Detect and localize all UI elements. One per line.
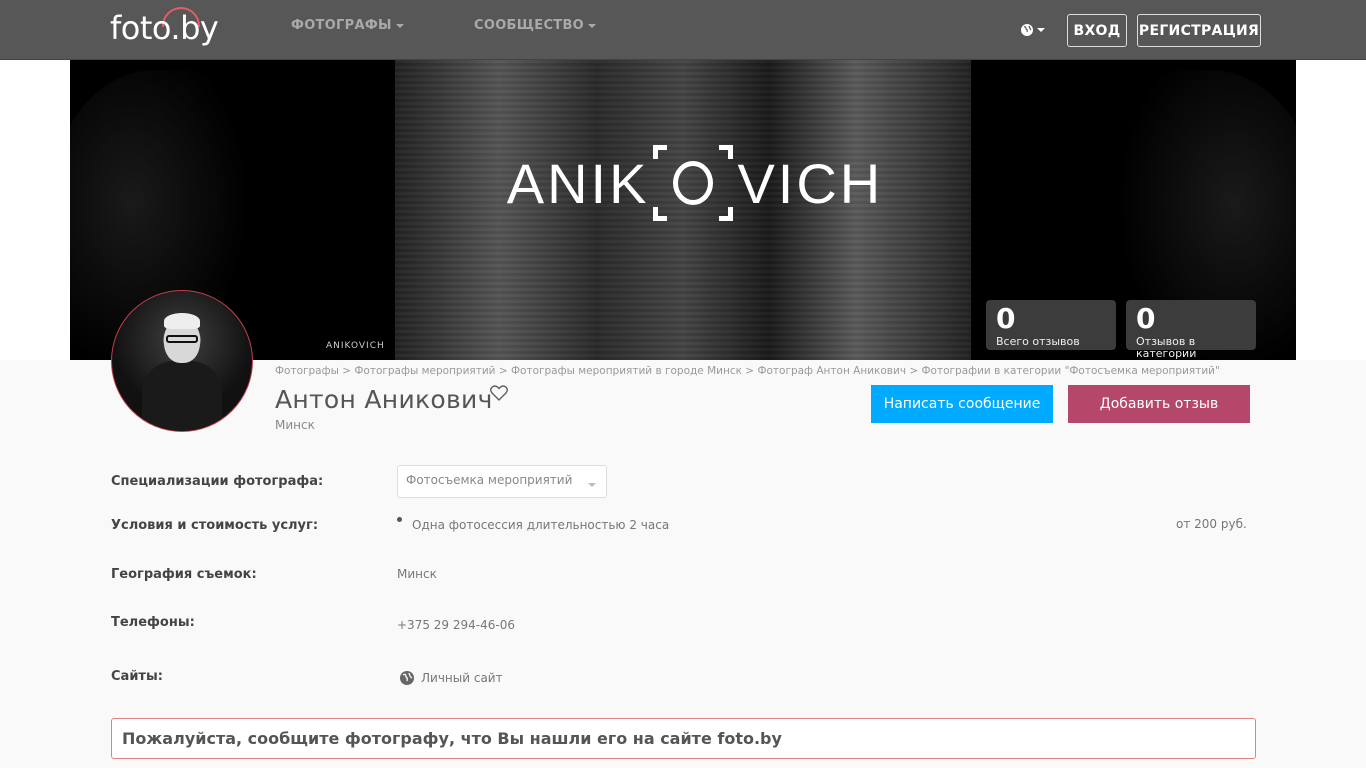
breadcrumb: Фотографы > Фотографы мероприятий > Фото… xyxy=(275,365,1220,377)
brand-text-right: VICH xyxy=(737,151,884,215)
breadcrumb-item[interactable]: Фотографы мероприятий в городе Минск xyxy=(511,365,742,377)
nav-community-label: СООБЩЕСТВО xyxy=(474,18,585,33)
specializations-value: Фотосъемка мероприятий xyxy=(406,473,573,487)
chevron-down-icon xyxy=(1037,28,1045,32)
stat-category-reviews-label: Отзывов в категории xyxy=(1136,335,1197,360)
personal-site-link[interactable]: Личный сайт xyxy=(399,670,503,686)
phones-label: Телефоны: xyxy=(111,615,195,630)
specializations-select[interactable]: Фотосъемка мероприятий xyxy=(397,465,607,498)
login-button[interactable]: ВХОД xyxy=(1067,14,1127,47)
breadcrumb-item[interactable]: Фотографы xyxy=(275,365,339,377)
chevron-down-icon xyxy=(395,23,404,28)
write-message-button[interactable]: Написать сообщение xyxy=(871,385,1053,423)
stat-category-reviews: 0 Отзывов в категории xyxy=(1126,300,1256,360)
chevron-down-icon xyxy=(588,483,596,487)
conditions-price: от 200 руб. xyxy=(1176,517,1247,531)
brand-text-left: ANIK xyxy=(506,151,650,215)
phones-value[interactable]: +375 29 294-46-06 xyxy=(397,618,515,632)
geography-value: Минск xyxy=(397,567,437,581)
stat-total-reviews-value: 0 xyxy=(996,302,1016,335)
site-logo[interactable]: foto.by xyxy=(110,7,240,48)
logo-text: foto.by xyxy=(110,9,219,47)
conditions-item: Одна фотосессия длительностью 2 часа xyxy=(412,518,670,532)
globe-icon xyxy=(1021,24,1033,36)
stat-category-reviews-value: 0 xyxy=(1136,302,1156,335)
nav-photographers-label: ФОТОГРАФЫ xyxy=(291,18,392,33)
chevron-down-icon xyxy=(588,23,597,28)
list-bullet xyxy=(397,517,402,522)
conditions-label: Условия и стоимость услуг: xyxy=(111,518,319,533)
nav-community[interactable]: СООБЩЕСТВО xyxy=(474,18,597,33)
stat-total-reviews: 0 Всего отзывов xyxy=(986,300,1116,350)
stat-total-reviews-label: Всего отзывов xyxy=(996,335,1080,348)
geography-label: География съемок: xyxy=(111,567,257,582)
specializations-label: Специализации фотографа: xyxy=(111,474,324,489)
top-navbar: foto.by ФОТОГРАФЫ СООБЩЕСТВО ВХОД РЕГИСТ… xyxy=(0,0,1366,60)
register-button[interactable]: РЕГИСТРАЦИЯ xyxy=(1137,14,1261,47)
photographer-name: Антон Аникович xyxy=(275,385,493,414)
globe-icon xyxy=(400,671,414,685)
brand-small-logo: ANIKOVICH xyxy=(326,341,385,351)
brand-focus-o-icon xyxy=(653,145,734,221)
personal-site-label: Личный сайт xyxy=(421,671,503,685)
notice-banner: Пожалуйста, сообщите фотографу, что Вы н… xyxy=(111,718,1256,759)
nav-photographers[interactable]: ФОТОГРАФЫ xyxy=(291,18,404,33)
avatar[interactable] xyxy=(111,290,253,432)
language-selector[interactable] xyxy=(1020,20,1050,40)
breadcrumb-item[interactable]: Фотограф Антон Аникович xyxy=(757,365,906,377)
photographer-city: Минск xyxy=(275,418,315,432)
cover-brand-logo: ANIK VICH xyxy=(465,145,925,221)
breadcrumb-item[interactable]: Фотографы мероприятий xyxy=(354,365,495,377)
breadcrumb-item[interactable]: Фотографии в категории "Фотосъемка мероп… xyxy=(922,365,1220,377)
sites-label: Сайты: xyxy=(111,669,163,684)
add-review-button[interactable]: Добавить отзыв xyxy=(1068,385,1250,423)
favorite-heart-icon[interactable] xyxy=(490,385,510,405)
